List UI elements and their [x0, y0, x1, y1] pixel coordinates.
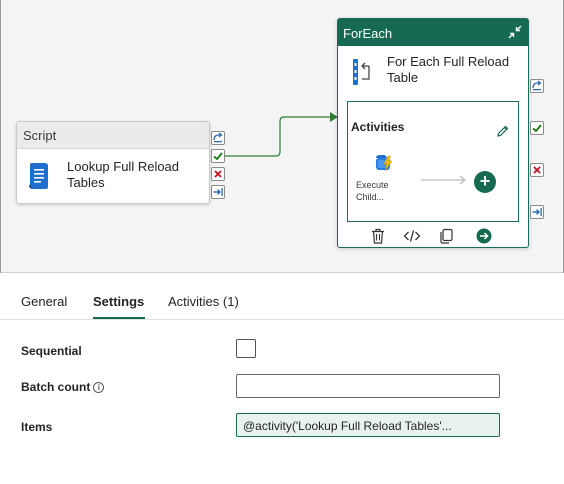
items-label: Items: [21, 420, 52, 434]
execute-pipeline-icon[interactable]: [373, 152, 395, 174]
script-activity[interactable]: Script Lookup Full Reload Tables: [16, 121, 210, 204]
properties-tabs: General Settings Activities (1): [0, 281, 564, 320]
foreach-activity[interactable]: ForEach For Each Full Reload Table Activ…: [337, 18, 529, 248]
app-root: Script Lookup Full Reload Tables ForEach…: [0, 0, 564, 484]
foreach-completion-icon[interactable]: [530, 205, 544, 219]
pipeline-canvas[interactable]: Script Lookup Full Reload Tables ForEach…: [0, 0, 564, 273]
active-tab-indicator: [93, 317, 145, 319]
add-activity-button[interactable]: +: [474, 171, 496, 193]
foreach-header: ForEach: [338, 19, 528, 46]
success-icon[interactable]: [211, 149, 225, 163]
foreach-title-row: For Each Full Reload Table: [338, 46, 528, 101]
sequential-checkbox[interactable]: [236, 339, 256, 358]
script-icon: [29, 163, 48, 189]
collapse-icon[interactable]: [506, 23, 524, 41]
execute-child-label: Execute Child...: [356, 180, 389, 202]
canvas-left-border: [0, 0, 1, 273]
tab-general[interactable]: General: [21, 294, 67, 309]
foreach-name: For Each Full Reload Table: [387, 54, 510, 85]
fail-icon[interactable]: [211, 167, 225, 181]
script-activity-name: Lookup Full Reload Tables: [67, 159, 180, 190]
items-expression-field[interactable]: @activity('Lookup Full Reload Tables'...: [236, 413, 500, 437]
foreach-icon: [353, 59, 370, 85]
activities-label: Activities: [351, 120, 405, 134]
script-activity-type: Script: [23, 128, 57, 143]
batch-count-input[interactable]: [236, 374, 500, 398]
script-activity-header: Script: [17, 122, 209, 149]
foreach-type: ForEach: [343, 26, 393, 41]
copy-icon[interactable]: [437, 227, 455, 245]
sequential-label: Sequential: [21, 344, 82, 358]
batch-count-label: Batch count i: [21, 380, 105, 394]
skip-icon[interactable]: [211, 131, 225, 145]
edit-icon[interactable]: [496, 124, 510, 138]
foreach-skip-icon[interactable]: [530, 79, 544, 93]
items-label-text: Items: [21, 420, 53, 434]
batch-count-label-text: Batch count: [21, 380, 91, 394]
tab-activities[interactable]: Activities (1): [168, 294, 239, 309]
foreach-success-icon[interactable]: [530, 121, 544, 135]
sequential-label-text: Sequential: [21, 344, 82, 358]
completion-icon[interactable]: [211, 185, 225, 199]
code-icon[interactable]: [403, 227, 421, 245]
add-icon: +: [479, 171, 491, 191]
child-arrow-icon: [421, 175, 467, 185]
foreach-toolbar: [338, 225, 528, 247]
script-activity-body: Lookup Full Reload Tables: [17, 149, 209, 203]
delete-icon[interactable]: [369, 227, 387, 245]
tab-settings[interactable]: Settings: [93, 294, 144, 309]
info-icon[interactable]: i: [93, 382, 105, 393]
foreach-fail-icon[interactable]: [530, 163, 544, 177]
go-icon[interactable]: [475, 227, 493, 245]
foreach-inner-activities[interactable]: Activities Execute Child... +: [347, 101, 519, 222]
